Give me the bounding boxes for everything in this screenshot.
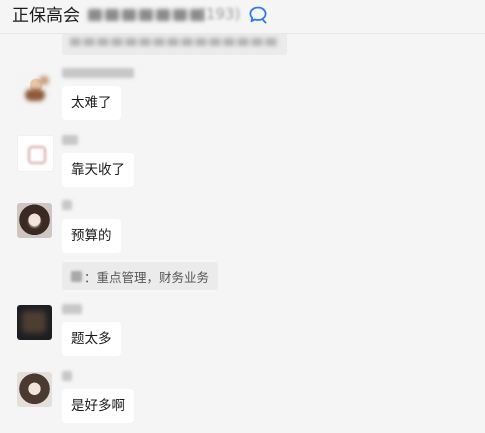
message-bubble: 预算的	[62, 219, 121, 253]
message-bubble: 靠天收了	[62, 153, 134, 187]
system-notice: ：重点管理，财务业务	[62, 262, 219, 290]
chat-header: 正保高会 (193)	[0, 0, 485, 34]
sender-name	[62, 135, 78, 145]
chat-title[interactable]: 正保高会	[12, 5, 80, 27]
group-chat-icon[interactable]	[247, 4, 269, 26]
message-bubble: 题太多	[62, 322, 121, 356]
avatar[interactable]	[17, 305, 52, 340]
sender-name	[62, 200, 72, 210]
message-bubble: 太难了	[62, 86, 121, 120]
avatar[interactable]	[17, 372, 52, 407]
notice-name-obscured	[71, 270, 82, 282]
sender-name	[62, 371, 72, 381]
sender-name	[62, 68, 134, 78]
avatar[interactable]	[17, 203, 52, 238]
avatar[interactable]	[17, 71, 52, 106]
notice-text: ：重点管理，财务业务	[84, 269, 210, 285]
sender-name	[62, 304, 82, 314]
message-bubble: 是好多啊	[62, 389, 134, 423]
avatar[interactable]	[17, 135, 54, 172]
member-count: (193)	[200, 5, 241, 23]
